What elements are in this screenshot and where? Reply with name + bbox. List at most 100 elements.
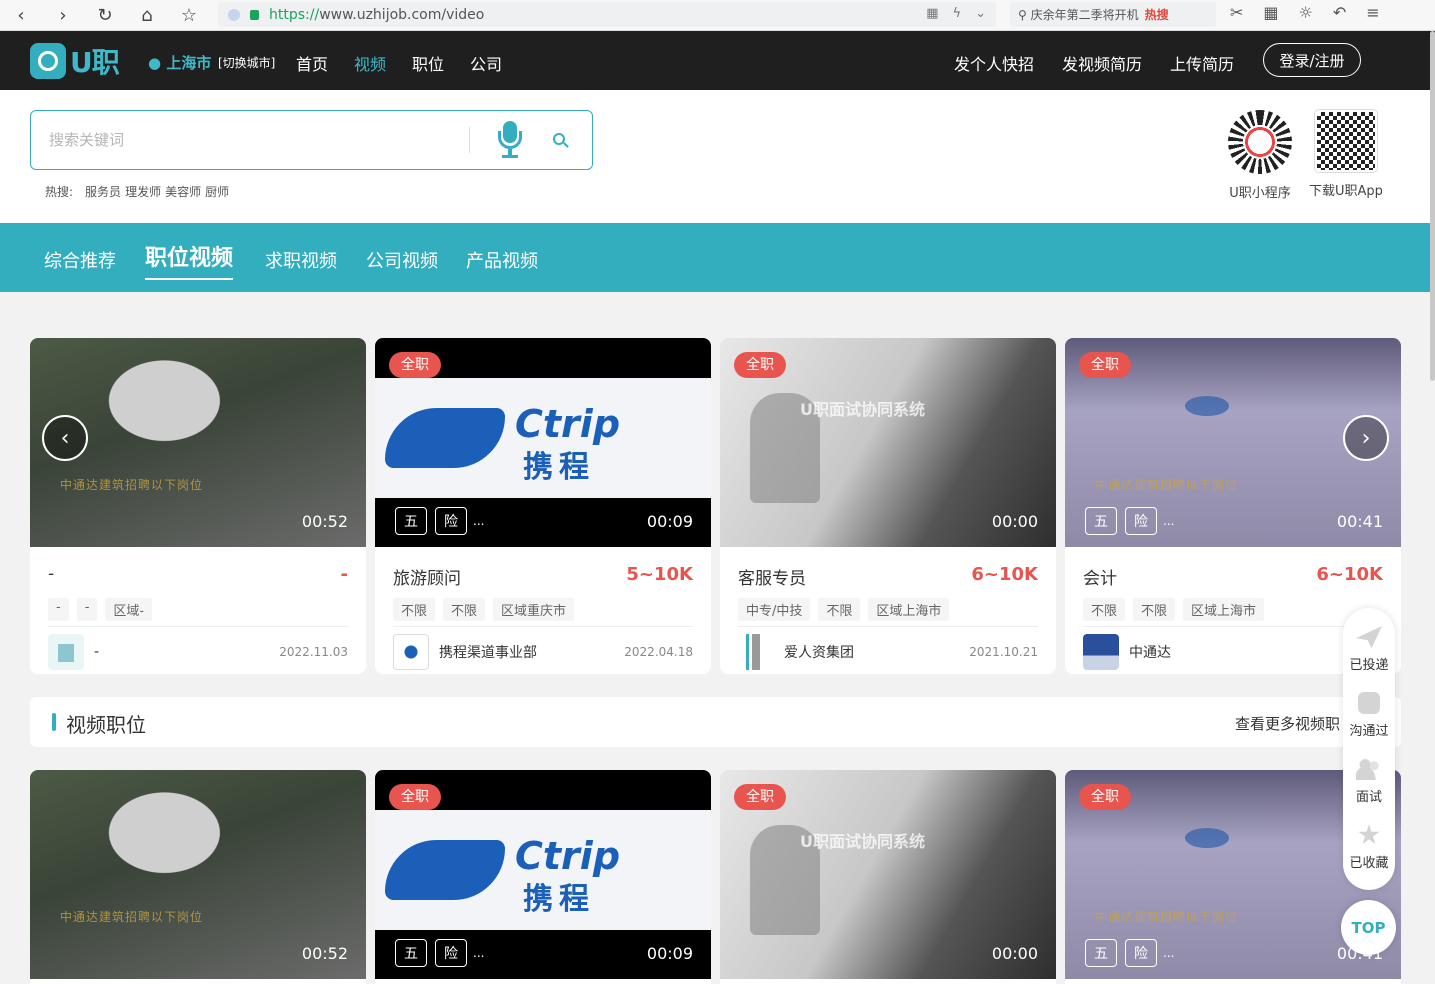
hot-term[interactable]: 理发师 (125, 183, 161, 200)
job-title[interactable]: - (48, 564, 54, 585)
video-job-card[interactable]: U职面试协同系统 全职 00:00 (720, 770, 1056, 984)
thumbnail-caption: U职面试协同系统 (800, 400, 925, 419)
tab-job-videos[interactable]: 职位视频 (145, 240, 234, 280)
video-thumbnail[interactable]: U职面试协同系统 全职 00:00 (720, 338, 1056, 547)
bookmark-star-icon[interactable]: ☆ (168, 0, 210, 31)
tab-product-videos[interactable]: 产品视频 (466, 247, 538, 273)
tab-company-videos[interactable]: 公司视频 (366, 247, 438, 273)
nav-company[interactable]: 公司 (470, 51, 502, 75)
job-title[interactable]: 旅游顾问 (393, 564, 461, 589)
login-register-button[interactable]: 登录/注册 (1263, 43, 1361, 77)
hot-term[interactable]: 服务员 (85, 183, 121, 200)
interview-button[interactable]: 面试 (1343, 758, 1395, 805)
site-header: U职 ● 上海市 [切换城市] 首页 视频 职位 公司 发个人快招 发视频简历 … (0, 31, 1435, 90)
company-row[interactable]: - 2022.11.03 (48, 634, 348, 670)
search-icon[interactable] (553, 133, 569, 149)
contacted-button[interactable]: 沟通过 (1343, 692, 1395, 739)
divider (1083, 626, 1383, 627)
bolt-icon[interactable]: ϟ (953, 6, 962, 21)
magnifier-icon: ⚲ (1018, 7, 1031, 22)
browser-search-box[interactable]: ⚲ 庆余年第二季将开机 热搜 (1010, 2, 1216, 27)
url-scheme: https:// (269, 6, 320, 23)
job-tags: 不限 不限 区域上海市 (1083, 598, 1265, 621)
hot-term[interactable]: 美容师 (165, 183, 201, 200)
video-thumbnail[interactable]: Ctrip 携程 全职 五 险 ... 00:09 (375, 338, 711, 547)
video-job-card[interactable]: Ctrip 携程 全职 五 险 ... 00:09 旅游顾问 5~10K 不限 … (375, 338, 711, 674)
brand-text-cn: 携程 (523, 882, 595, 917)
reload-icon[interactable]: ↻ (84, 0, 126, 31)
applied-button[interactable]: 已投递 (1343, 626, 1395, 673)
job-title[interactable]: 客服专员 (738, 564, 806, 589)
search-input[interactable] (49, 120, 469, 160)
video-job-card[interactable]: 中通达建筑招聘以下岗位 00:52 - - - - 区域- - 2022.11.… (30, 338, 366, 674)
upload-resume-link[interactable]: 上传简历 (1170, 51, 1234, 75)
tab-jobseeker-videos[interactable]: 求职视频 (265, 247, 337, 273)
current-city[interactable]: ● 上海市 (148, 52, 211, 73)
welfare-tag: 险 (1125, 939, 1157, 967)
qr-grid-icon[interactable]: ▦ (926, 6, 938, 21)
url-path: www.uzhijob.com/video (319, 6, 485, 23)
city-name: 上海市 (166, 54, 212, 72)
company-row[interactable]: 携程渠道事业部 2022.04.18 (393, 634, 693, 670)
video-thumbnail[interactable]: 中通达建筑招聘以下岗位 00:52 (30, 770, 366, 979)
hot-term[interactable]: 厨师 (205, 183, 229, 200)
chevron-down-icon[interactable]: ⌄ (975, 6, 986, 21)
welfare-tag: 险 (435, 939, 467, 967)
carousel-next-button[interactable]: › (1343, 415, 1389, 461)
tab-recommended[interactable]: 综合推荐 (44, 247, 116, 273)
nav-home[interactable]: 首页 (296, 51, 328, 75)
company-row[interactable]: 中通达 2022 (1083, 634, 1383, 670)
company-name[interactable]: 携程渠道事业部 (439, 642, 624, 662)
video-thumbnail[interactable]: U职面试协同系统 全职 00:00 (720, 770, 1056, 979)
post-quick-hire-link[interactable]: 发个人快招 (954, 51, 1034, 75)
apps-grid-icon[interactable]: ▦ (1263, 3, 1278, 22)
brightness-icon[interactable]: ☼ (1299, 3, 1313, 22)
job-title[interactable]: 会计 (1083, 564, 1117, 589)
video-job-card[interactable]: 中通达建筑招聘以下岗位 00:52 (30, 770, 366, 984)
site-logo[interactable]: U职 (30, 41, 120, 81)
page-scrollbar[interactable] (1430, 31, 1435, 381)
company-row[interactable]: 爱人资集团 2021.10.21 (738, 634, 1038, 670)
video-thumbnail[interactable]: Ctrip 携程 全职 五 险 ... 00:09 (375, 770, 711, 979)
menu-icon[interactable]: ≡ (1366, 3, 1379, 22)
site-info-icon[interactable] (228, 8, 240, 21)
full-time-badge: 全职 (1079, 784, 1131, 810)
forward-icon[interactable]: › (42, 0, 84, 31)
video-job-card[interactable]: Ctrip 携程 全职 五 险 ... 00:09 (375, 770, 711, 984)
company-logo (1083, 634, 1119, 670)
full-time-badge: 全职 (389, 352, 441, 378)
video-job-card[interactable]: U职面试协同系统 全职 00:00 客服专员 6~10K 中专/中技 不限 区域… (720, 338, 1056, 674)
carousel-prev-button[interactable]: ‹ (42, 415, 88, 461)
divider (393, 626, 693, 627)
video-duration: 00:00 (991, 944, 1038, 963)
divider (48, 626, 348, 627)
nav-jobs[interactable]: 职位 (412, 51, 444, 75)
post-video-resume-link[interactable]: 发视频简历 (1062, 51, 1142, 75)
company-name[interactable]: 中通达 (1129, 642, 1352, 662)
scissors-icon[interactable]: ✂ (1230, 3, 1243, 22)
back-icon[interactable]: ‹ (0, 0, 42, 31)
microphone-icon[interactable] (495, 121, 525, 161)
thumbnail-logo (1185, 396, 1229, 416)
welfare-more: ... (473, 514, 485, 528)
salary: 6~10K (1316, 564, 1383, 585)
home-icon[interactable]: ⌂ (126, 0, 168, 31)
company-name[interactable]: 爱人资集团 (784, 642, 969, 662)
brand-text: Ctrip (515, 402, 621, 446)
address-bar[interactable]: https:// www.uzhijob.com/video ▦ ϟ ⌄ (218, 2, 996, 27)
salary: 5~10K (626, 564, 693, 585)
browser-search-text: 庆余年第二季将开机 (1030, 8, 1139, 22)
welfare-more: ... (1163, 946, 1175, 960)
contacted-label: 沟通过 (1349, 724, 1389, 739)
nav-video[interactable]: 视频 (354, 51, 386, 75)
ctrip-logo: Ctrip 携程 (385, 830, 705, 917)
view-more-link[interactable]: 查看更多视频职 (1235, 713, 1340, 734)
right-nav: 发个人快招 发视频简历 上传简历 (954, 51, 1234, 75)
tag-experience: - (76, 598, 98, 621)
company-name[interactable]: - (94, 644, 279, 660)
back-to-top-button[interactable]: TOP (1341, 900, 1396, 955)
switch-city-link[interactable]: [切换城市] (218, 54, 275, 71)
chat-bubble-icon (1358, 692, 1380, 714)
undo-icon[interactable]: ↶ (1333, 3, 1346, 22)
favorites-button[interactable]: 已收藏 (1343, 824, 1395, 871)
